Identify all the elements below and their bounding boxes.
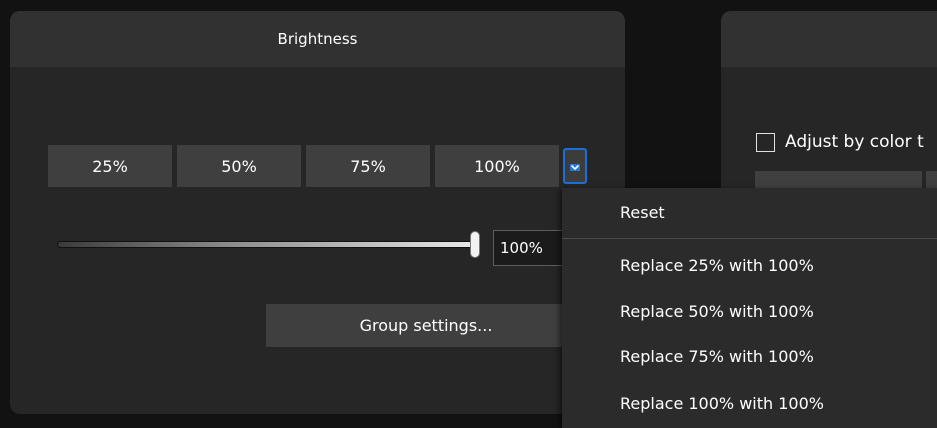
app-window: Brightness 25% 50% 75% 100% 100% Group s… xyxy=(0,0,937,428)
adjust-by-color-checkbox[interactable] xyxy=(756,133,775,152)
preset-50-button[interactable]: 50% xyxy=(177,145,301,187)
menu-separator xyxy=(562,238,937,239)
menu-item-reset[interactable]: Reset xyxy=(620,203,665,222)
adjust-by-color-label: Adjust by color t xyxy=(785,132,924,152)
menu-item-replace-25[interactable]: Replace 25% with 100% xyxy=(620,256,814,275)
chevron-down-icon xyxy=(570,164,580,171)
group-settings-button[interactable]: Group settings... xyxy=(266,304,586,347)
brightness-slider-thumb[interactable] xyxy=(470,231,480,258)
preset-100-button[interactable]: 100% xyxy=(435,145,559,187)
preset-options-menu: Reset Replace 25% with 100% Replace 50% … xyxy=(562,188,937,428)
brightness-panel-title: Brightness xyxy=(10,11,625,67)
menu-item-replace-50[interactable]: Replace 50% with 100% xyxy=(620,302,814,321)
preset-options-dropdown-button[interactable] xyxy=(563,148,587,184)
brightness-slider-track[interactable] xyxy=(57,241,477,248)
menu-item-replace-100[interactable]: Replace 100% with 100% xyxy=(620,394,824,413)
preset-75-button[interactable]: 75% xyxy=(306,145,430,187)
preset-25-button[interactable]: 25% xyxy=(48,145,172,187)
menu-item-replace-75[interactable]: Replace 75% with 100% xyxy=(620,347,814,366)
color-panel-header xyxy=(721,11,937,67)
brightness-panel: Brightness 25% 50% 75% 100% 100% Group s… xyxy=(10,11,625,414)
